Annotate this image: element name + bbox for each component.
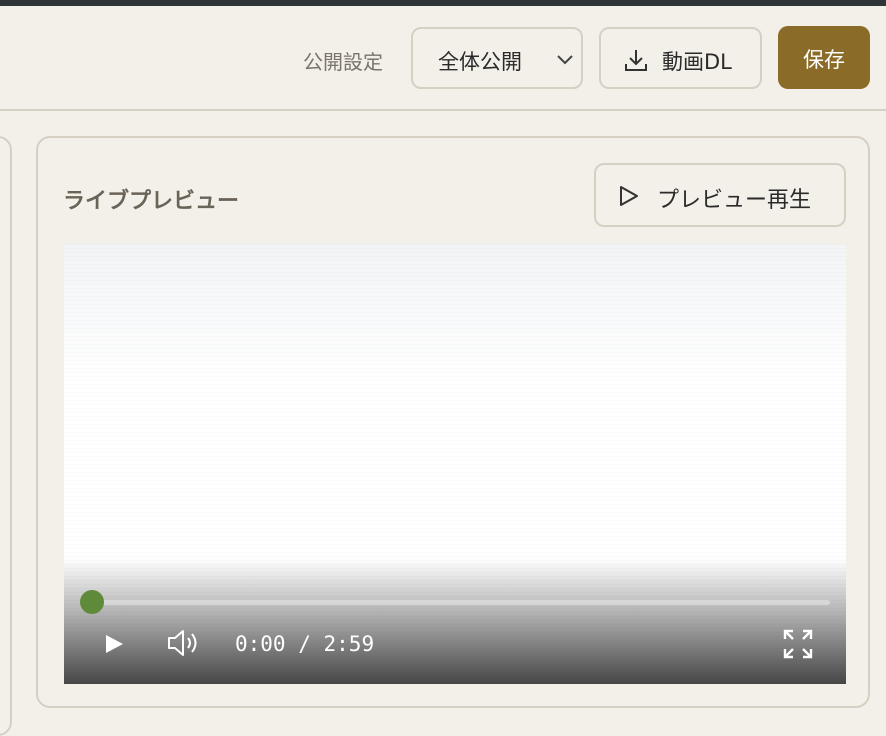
play-icon[interactable]: [102, 632, 126, 656]
fullscreen-icon[interactable]: [782, 628, 814, 660]
volume-icon[interactable]: [166, 627, 202, 659]
visibility-select-value: 全体公開: [438, 50, 522, 74]
download-video-label: 動画DL: [662, 50, 732, 74]
download-video-button[interactable]: 動画DL: [599, 27, 762, 89]
video-player[interactable]: 0:00 / 2:59: [64, 244, 846, 684]
video-controls: 0:00 / 2:59: [64, 559, 846, 684]
visibility-label: 公開設定: [303, 50, 383, 74]
play-outline-icon: [620, 186, 638, 206]
progress-thumb[interactable]: [80, 590, 104, 614]
duration: 2:59: [323, 632, 375, 656]
save-button[interactable]: 保存: [778, 26, 870, 89]
live-preview-card: ライブプレビュー プレビュー再生 0:00 / 2:59: [36, 136, 870, 708]
visibility-select[interactable]: 全体公開: [411, 27, 583, 89]
save-button-label: 保存: [803, 48, 845, 72]
left-panel: [0, 136, 12, 736]
play-preview-button[interactable]: プレビュー再生: [594, 163, 846, 227]
play-preview-label: プレビュー再生: [657, 188, 812, 213]
progress-track[interactable]: [92, 600, 830, 605]
time-separator: /: [285, 632, 324, 656]
live-preview-title: ライブプレビュー: [63, 189, 240, 214]
editor-header: 公開設定 全体公開 動画DL 保存: [0, 6, 886, 111]
current-time: 0:00: [235, 632, 286, 656]
download-icon: [625, 50, 647, 71]
time-display: 0:00 / 2:59: [235, 632, 374, 656]
chevron-down-icon: [557, 55, 573, 65]
